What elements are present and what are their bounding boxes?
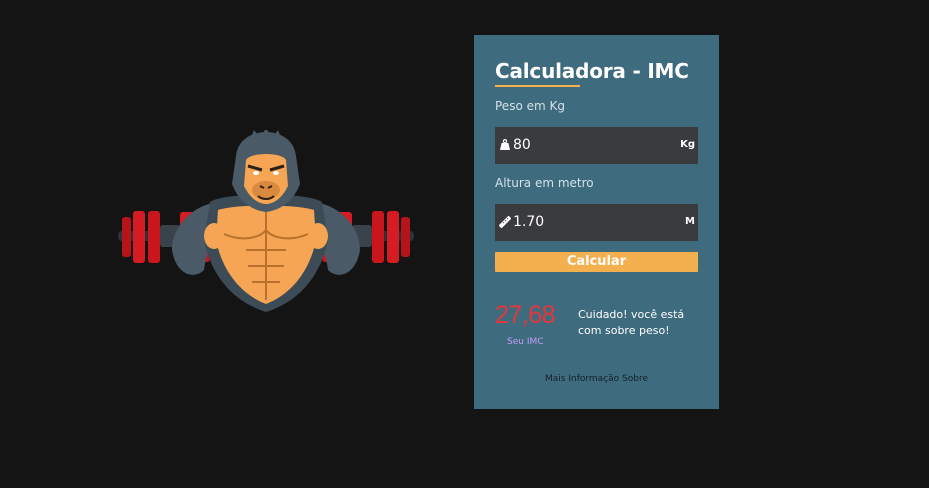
weight-input[interactable] (513, 127, 673, 164)
imc-result-value: 27,68 (495, 301, 556, 329)
height-label: Altura em metro (495, 176, 594, 190)
imc-result-message: Cuidado! você está com sobre peso! (578, 308, 685, 337)
calculator-title: Calculadora - IMC (495, 59, 689, 83)
imc-result-label: Seu IMC (507, 337, 544, 347)
height-unit: M (685, 216, 695, 227)
height-input[interactable] (513, 204, 673, 241)
page: Calculadora - IMC Peso em Kg Kg Altura e… (0, 0, 929, 488)
gorilla-logo-image (114, 130, 418, 316)
weight-label: Peso em Kg (495, 99, 565, 113)
weight-input-box: Kg (495, 127, 698, 164)
more-info-link[interactable]: Mais Informação Sobre (474, 374, 719, 384)
weight-unit: Kg (680, 139, 695, 150)
imc-calculator-card: Calculadora - IMC Peso em Kg Kg Altura e… (474, 35, 719, 409)
ruler-icon (499, 216, 511, 228)
weight-icon (499, 139, 511, 151)
calculate-button[interactable]: Calcular (495, 252, 698, 272)
title-underline (495, 85, 580, 87)
height-input-box: M (495, 204, 698, 241)
